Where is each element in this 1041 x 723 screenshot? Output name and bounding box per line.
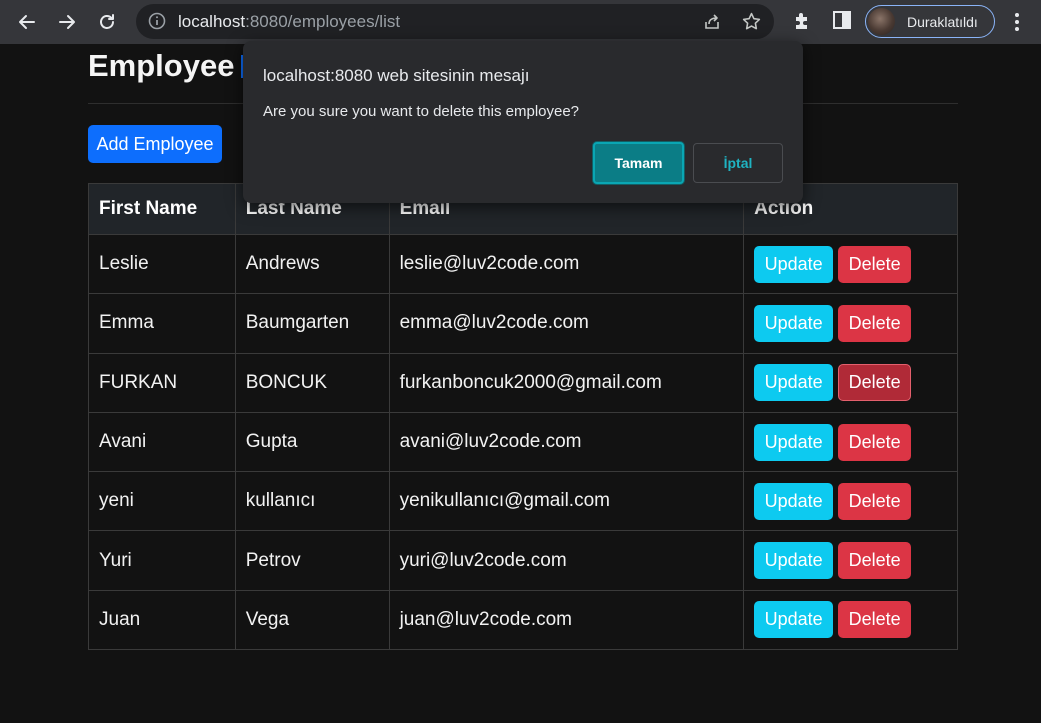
update-button[interactable]: Update [754,304,834,342]
table-row: Emma Baumgarten emma@luv2code.com Update… [88,293,958,354]
share-icon[interactable] [702,12,722,32]
star-icon[interactable] [741,11,762,32]
url-host: localhost [178,12,246,31]
cell-first-name: Avani [88,411,236,473]
table-row: Leslie Andrews leslie@luv2code.com Updat… [88,233,958,295]
cancel-button[interactable]: İptal [693,143,783,183]
cell-first-name: yeni [88,471,236,532]
table-row: FURKAN BONCUK furkanboncuk2000@gmail.com… [88,352,958,413]
browser-toolbar: localhost:8080/employees/list Duraklatıl… [0,0,1041,44]
cell-last-name: Gupta [234,411,390,473]
kebab-menu-icon[interactable] [1006,10,1028,34]
avatar [868,8,895,35]
cell-actions: Update Delete [743,589,958,651]
table-row: Yuri Petrov yuri@luv2code.com Update Dele… [88,530,958,591]
delete-button[interactable]: Delete [838,245,912,283]
update-button[interactable]: Update [754,245,834,283]
profile-button[interactable]: Duraklatıldı [865,5,995,38]
cell-last-name: Baumgarten [234,293,390,354]
cell-email: juan@luv2code.com [388,589,745,651]
address-bar[interactable]: localhost:8080/employees/list [136,4,774,39]
cell-last-name: Andrews [234,233,390,295]
cell-email: leslie@luv2code.com [388,233,745,295]
cell-actions: Update Delete [743,352,958,413]
cell-first-name: Leslie [88,233,236,295]
cell-email: yenikullanıcı@gmail.com [388,471,745,532]
update-button[interactable]: Update [754,423,834,461]
url-text[interactable]: localhost:8080/employees/list [178,12,400,32]
cell-first-name: FURKAN [88,352,236,413]
add-employee-button[interactable]: Add Employee [88,125,222,163]
cell-last-name: kullanıcı [234,471,390,532]
dialog-message: Are you sure you want to delete this emp… [263,103,580,120]
confirm-dialog: localhost:8080 web sitesinin mesajı Are … [243,41,803,203]
url-path: :8080/employees/list [245,12,401,31]
ok-button[interactable]: Tamam [593,142,684,184]
cell-email: yuri@luv2code.com [388,530,745,591]
cell-actions: Update Delete [743,530,958,591]
delete-button[interactable]: Delete [838,304,912,342]
cell-actions: Update Delete [743,293,958,354]
cell-last-name: BONCUK [234,352,390,413]
dialog-title: localhost:8080 web sitesinin mesajı [263,66,530,85]
reload-icon[interactable] [92,7,122,37]
table-row: yeni kullanıcı yenikullanıcı@gmail.com U… [88,471,958,532]
cell-actions: Update Delete [743,233,958,295]
forward-arrow-icon[interactable] [52,7,82,37]
cell-first-name: Yuri [88,530,236,591]
update-button[interactable]: Update [754,542,834,580]
table-row: Juan Vega juan@luv2code.com Update Delete [88,589,958,651]
employee-table: First Name Last Name Email Action Leslie… [88,183,958,651]
cell-first-name: Emma [88,293,236,354]
cell-first-name: Juan [88,589,236,651]
cell-last-name: Vega [234,589,390,651]
header-first-name: First Name [88,183,236,235]
profile-label: Duraklatıldı [907,13,978,30]
table-row: Avani Gupta avani@luv2code.com Update Del… [88,411,958,473]
cell-last-name: Petrov [234,530,390,591]
cell-email: furkanboncuk2000@gmail.com [388,352,745,413]
update-button[interactable]: Update [754,601,834,639]
cell-actions: Update Delete [743,411,958,473]
update-button[interactable]: Update [754,364,834,402]
page-title: Employee [88,48,235,83]
delete-button[interactable]: Delete [838,601,912,639]
delete-button[interactable]: Delete [838,364,912,402]
extensions-icon[interactable] [791,10,813,32]
delete-button[interactable]: Delete [838,423,912,461]
side-panel-icon[interactable] [832,10,852,30]
update-button[interactable]: Update [754,482,834,520]
back-arrow-icon[interactable] [12,7,42,37]
delete-button[interactable]: Delete [838,482,912,520]
cell-email: avani@luv2code.com [388,411,745,473]
delete-button[interactable]: Delete [838,542,912,580]
cell-email: emma@luv2code.com [388,293,745,354]
info-icon[interactable] [148,12,166,30]
cell-actions: Update Delete [743,471,958,532]
